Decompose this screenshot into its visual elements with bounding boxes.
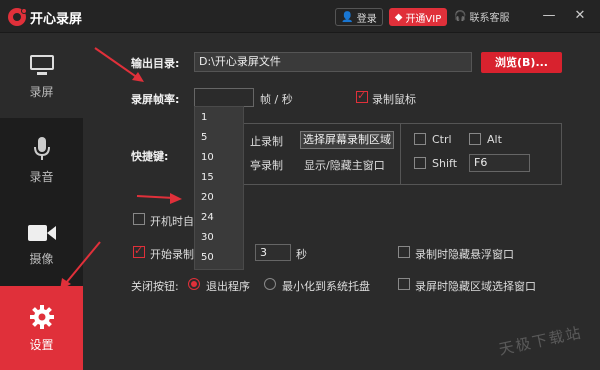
- hotkey-toggle-window-item[interactable]: 显示/隐藏主窗口: [304, 157, 385, 173]
- microphone-icon: [33, 136, 50, 160]
- watermark: 天极下载站: [497, 323, 585, 359]
- fps-label: 录屏帧率:: [131, 93, 180, 106]
- minimize-option-label: 最小化到系统托盘: [282, 280, 370, 293]
- record-mouse-checkbox[interactable]: [356, 89, 368, 103]
- alt-label: Alt: [487, 133, 502, 146]
- sidebar-item-record-audio[interactable]: 录音: [0, 118, 83, 202]
- sidebar-item-label: 录屏: [29, 84, 54, 99]
- exit-radio[interactable]: [188, 278, 200, 290]
- headset-icon: 🎧: [454, 11, 467, 22]
- app-title: 开心录屏: [30, 12, 83, 27]
- app-logo-icon: [8, 8, 27, 26]
- diamond-icon: ◆: [394, 11, 403, 23]
- fps-dropdown-list: 1 5 10 15 20 24 30 50: [194, 106, 244, 270]
- sidebar-item-camera[interactable]: 摄像: [0, 202, 83, 286]
- vip-button[interactable]: ◆ 开通VIP: [389, 8, 447, 26]
- fps-option[interactable]: 15: [201, 172, 214, 183]
- hotkey-pause-item[interactable]: 亭录制: [250, 157, 283, 173]
- minimize-button[interactable]: —: [539, 6, 559, 26]
- sidebar: 录屏 录音 摄像 设置: [0, 34, 83, 370]
- support-button[interactable]: 🎧 联系客服: [454, 9, 509, 24]
- start-record-checkbox[interactable]: [133, 244, 145, 258]
- sidebar-item-label: 摄像: [29, 251, 54, 266]
- sidebar-item-settings[interactable]: 设置: [0, 286, 83, 370]
- close-button[interactable]: ✕: [570, 6, 590, 26]
- start-delay-input[interactable]: 3: [255, 244, 291, 261]
- close-behavior-label: 关闭按钮:: [131, 280, 179, 293]
- sidebar-item-label: 录音: [29, 169, 54, 184]
- alt-checkbox[interactable]: [469, 133, 481, 145]
- monitor-icon: [29, 54, 54, 75]
- fps-option[interactable]: 24: [201, 212, 214, 223]
- login-button[interactable]: 👤 登录: [335, 8, 383, 26]
- ctrl-checkbox[interactable]: [414, 133, 426, 145]
- fps-unit: 帧 / 秒: [260, 93, 293, 106]
- login-label: 登录: [356, 13, 377, 25]
- vip-label: 开通VIP: [405, 13, 442, 25]
- hotkey-select-region-item[interactable]: 选择屏幕录制区域: [300, 131, 394, 149]
- browse-button[interactable]: 浏览(B)...: [481, 52, 562, 73]
- record-mouse-label: 录制鼠标: [372, 93, 416, 106]
- ctrl-label: Ctrl: [432, 133, 452, 146]
- start-record-label: 开始录制: [150, 248, 194, 261]
- hide-float-label: 录制时隐藏悬浮窗口: [415, 248, 514, 261]
- exit-option-label: 退出程序: [206, 280, 250, 293]
- support-label: 联系客服: [469, 13, 510, 24]
- hotkey-start-stop-item[interactable]: 止录制: [250, 133, 283, 149]
- autostart-checkbox[interactable]: [133, 213, 145, 225]
- gear-icon: [29, 304, 54, 329]
- seconds-unit: 秒: [296, 248, 307, 261]
- video-camera-icon: [27, 224, 56, 241]
- shift-checkbox[interactable]: [414, 157, 426, 169]
- hide-float-checkbox[interactable]: [398, 246, 410, 258]
- output-dir-label: 输出目录:: [131, 57, 180, 70]
- hotkey-label: 快捷键:: [131, 150, 169, 163]
- hotkey-key-input[interactable]: F6: [469, 154, 530, 172]
- fps-option[interactable]: 5: [201, 132, 207, 143]
- fps-option[interactable]: 50: [201, 252, 214, 263]
- fps-option[interactable]: 20: [201, 192, 214, 203]
- title-bar: 开心录屏 👤 登录 ◆ 开通VIP 🎧 联系客服 — ✕: [0, 0, 600, 33]
- shift-label: Shift: [432, 157, 458, 170]
- hide-region-checkbox[interactable]: [398, 278, 410, 290]
- output-dir-input[interactable]: D:\开心录屏文件: [194, 52, 472, 72]
- user-icon: 👤: [341, 11, 354, 23]
- sidebar-item-record-screen[interactable]: 录屏: [0, 34, 83, 118]
- divider: [400, 123, 401, 185]
- fps-option[interactable]: 1: [201, 112, 207, 123]
- minimize-tray-radio[interactable]: [264, 278, 276, 290]
- fps-select[interactable]: [194, 88, 254, 107]
- fps-option[interactable]: 10: [201, 152, 214, 163]
- fps-option[interactable]: 30: [201, 232, 214, 243]
- autostart-label: 开机时自: [150, 215, 194, 228]
- sidebar-item-label: 设置: [29, 337, 54, 352]
- hide-region-label: 录屏时隐藏区域选择窗口: [415, 280, 536, 293]
